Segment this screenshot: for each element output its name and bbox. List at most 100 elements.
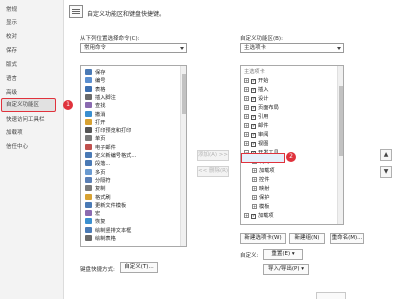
- tree-tab-item[interactable]: + ✓ 开始: [244, 77, 268, 85]
- command-item[interactable]: 段落...: [85, 160, 110, 168]
- tab-checkbox[interactable]: ✓: [251, 214, 256, 220]
- command-item[interactable]: 单页: [85, 135, 105, 143]
- command-label: 恢复: [95, 219, 106, 226]
- command-item[interactable]: 查找: [85, 102, 105, 110]
- command-item[interactable]: 打印预览和打印: [85, 127, 131, 135]
- command-item[interactable]: 更新文件模板: [85, 201, 126, 210]
- expand-icon[interactable]: +: [252, 195, 257, 201]
- command-label: 撤消: [95, 111, 106, 118]
- command-label: 复制: [95, 186, 106, 193]
- tab-checkbox[interactable]: ✓: [251, 96, 256, 102]
- expand-icon[interactable]: +: [244, 131, 249, 137]
- nav-item-display[interactable]: 显示: [6, 19, 17, 28]
- commands-list[interactable]: 保存 编号 表格 插入脚注 查找 撤消 打开 打印预览和打印 单页 电子邮件 定义新编号格式... 段…: [80, 65, 187, 247]
- expand-icon[interactable]: +: [244, 77, 249, 83]
- import-export-button[interactable]: 导入/导出(P) ▾: [263, 264, 309, 275]
- nav-item-general[interactable]: 常规: [6, 6, 17, 15]
- command-item[interactable]: 宏: [85, 210, 100, 218]
- tab-checkbox[interactable]: ✓: [251, 141, 256, 147]
- custom-label: 自定义:: [240, 253, 259, 259]
- expand-icon[interactable]: +: [252, 168, 257, 173]
- command-label: 宏: [95, 211, 101, 218]
- commands-scrollbar[interactable]: [180, 66, 186, 246]
- command-item[interactable]: 插入脚注: [85, 93, 116, 102]
- command-label: 绘制竖排文本框: [95, 227, 132, 234]
- ribbon-tree[interactable]: 主选项卡 +✓开始+✓插入+✓设计+✓页面布局+✓引用+✓邮件+✓审阅+✓视图−…: [240, 65, 344, 225]
- tree-group-item[interactable]: + 控件: [252, 176, 269, 184]
- command-label: 编号: [95, 78, 106, 85]
- command-item[interactable]: 定义新编号格式...: [85, 152, 136, 160]
- ribbon-tree-scrollbar[interactable]: [337, 66, 343, 224]
- commands-source-dropdown[interactable]: 常用命令: [80, 43, 187, 53]
- nav-item-proofing[interactable]: 校对: [6, 33, 17, 42]
- nav-item-customize-ribbon[interactable]: 自定义功能区: [6, 101, 39, 110]
- remove-button[interactable]: << 删除(R): [197, 166, 229, 177]
- customize-keyboard-button[interactable]: 自定义(T)...: [120, 262, 158, 273]
- command-item[interactable]: 撤消: [85, 110, 106, 119]
- tab-checkbox[interactable]: ✓: [251, 123, 256, 129]
- tree-tab-item[interactable]: + ✓ 插入: [244, 86, 268, 94]
- tree-group-item[interactable]: + 保护: [252, 194, 269, 202]
- tab-checkbox[interactable]: ✓: [251, 87, 256, 93]
- command-icon: [85, 226, 92, 233]
- scrollbar-thumb[interactable]: [339, 86, 343, 156]
- tree-group-item[interactable]: + 映射: [252, 185, 269, 193]
- expand-icon[interactable]: +: [244, 122, 249, 128]
- tab-checkbox[interactable]: ✓: [251, 78, 256, 84]
- command-item[interactable]: 打开: [85, 118, 105, 127]
- command-icon: [85, 127, 92, 134]
- nav-item-addins[interactable]: 加载项: [6, 129, 23, 138]
- expand-icon[interactable]: +: [244, 140, 249, 146]
- command-item[interactable]: 多页: [85, 168, 105, 177]
- customize-ribbon-icon: [69, 5, 83, 18]
- new-tab-button[interactable]: 新建选项卡(W): [240, 233, 286, 244]
- tab-checkbox[interactable]: ✓: [251, 132, 256, 138]
- tree-tab-item[interactable]: + ✓ 设计: [244, 95, 268, 103]
- tab-checkbox[interactable]: ✓: [251, 105, 256, 111]
- rename-button[interactable]: 重命名(M)...: [330, 233, 364, 244]
- new-group-button[interactable]: 新建组(N): [289, 233, 325, 244]
- nav-item-layout[interactable]: 版式: [6, 61, 17, 70]
- command-item[interactable]: 保存: [85, 69, 105, 77]
- scrollbar-thumb[interactable]: [182, 74, 186, 114]
- nav-item-advanced[interactable]: 高级: [6, 89, 17, 98]
- command-item[interactable]: 格式刷: [85, 193, 111, 202]
- command-item[interactable]: 复制: [85, 185, 105, 193]
- expand-icon[interactable]: +: [252, 204, 257, 210]
- command-item[interactable]: 恢复: [85, 218, 105, 226]
- command-label: 绘制表格: [95, 236, 116, 242]
- tree-tab-item[interactable]: + ✓ 视图: [244, 140, 268, 148]
- tree-group-item[interactable]: + 模板: [252, 203, 269, 211]
- ok-button[interactable]: [316, 292, 346, 299]
- tree-tab-item[interactable]: + ✓ 页面布局: [244, 104, 279, 112]
- expand-icon[interactable]: +: [244, 86, 249, 92]
- tree-item-label: 保护: [259, 195, 270, 202]
- tab-checkbox[interactable]: ✓: [251, 114, 256, 120]
- tree-tab-item[interactable]: + ✓ 邮件: [244, 122, 268, 130]
- expand-icon[interactable]: +: [244, 95, 249, 101]
- tree-tab-item[interactable]: + ✓ 引用: [244, 113, 268, 121]
- move-down-button[interactable]: ▼: [380, 166, 392, 178]
- command-item[interactable]: 绘制表格: [85, 235, 116, 243]
- expand-icon[interactable]: +: [244, 104, 249, 110]
- nav-item-quick-access[interactable]: 快速访问工具栏: [6, 116, 45, 125]
- nav-item-trust-center[interactable]: 信任中心: [6, 143, 28, 152]
- command-item[interactable]: 分隔符: [85, 176, 111, 185]
- add-button[interactable]: 添加(A) >>: [197, 150, 229, 161]
- command-item[interactable]: 绘制竖排文本框: [85, 226, 132, 235]
- tree-tab-item[interactable]: + ✓ 加载项: [244, 212, 274, 220]
- command-item[interactable]: 表格: [85, 85, 105, 94]
- nav-item-save[interactable]: 保存: [6, 47, 17, 56]
- move-up-button[interactable]: ▲: [380, 149, 392, 161]
- reset-button[interactable]: 重置(E) ▾: [263, 249, 303, 260]
- expand-icon[interactable]: +: [244, 213, 249, 219]
- nav-item-language[interactable]: 语言: [6, 75, 17, 84]
- expand-icon[interactable]: +: [244, 113, 249, 119]
- tree-tab-item[interactable]: + ✓ 审阅: [244, 131, 268, 139]
- command-item[interactable]: 电子邮件: [85, 143, 116, 152]
- tree-group-item[interactable]: + 加载项: [252, 167, 275, 175]
- expand-icon[interactable]: +: [252, 177, 257, 183]
- ribbon-tabs-dropdown[interactable]: 主选项卡: [240, 43, 344, 53]
- expand-icon[interactable]: +: [252, 186, 257, 192]
- command-item[interactable]: 编号: [85, 77, 105, 85]
